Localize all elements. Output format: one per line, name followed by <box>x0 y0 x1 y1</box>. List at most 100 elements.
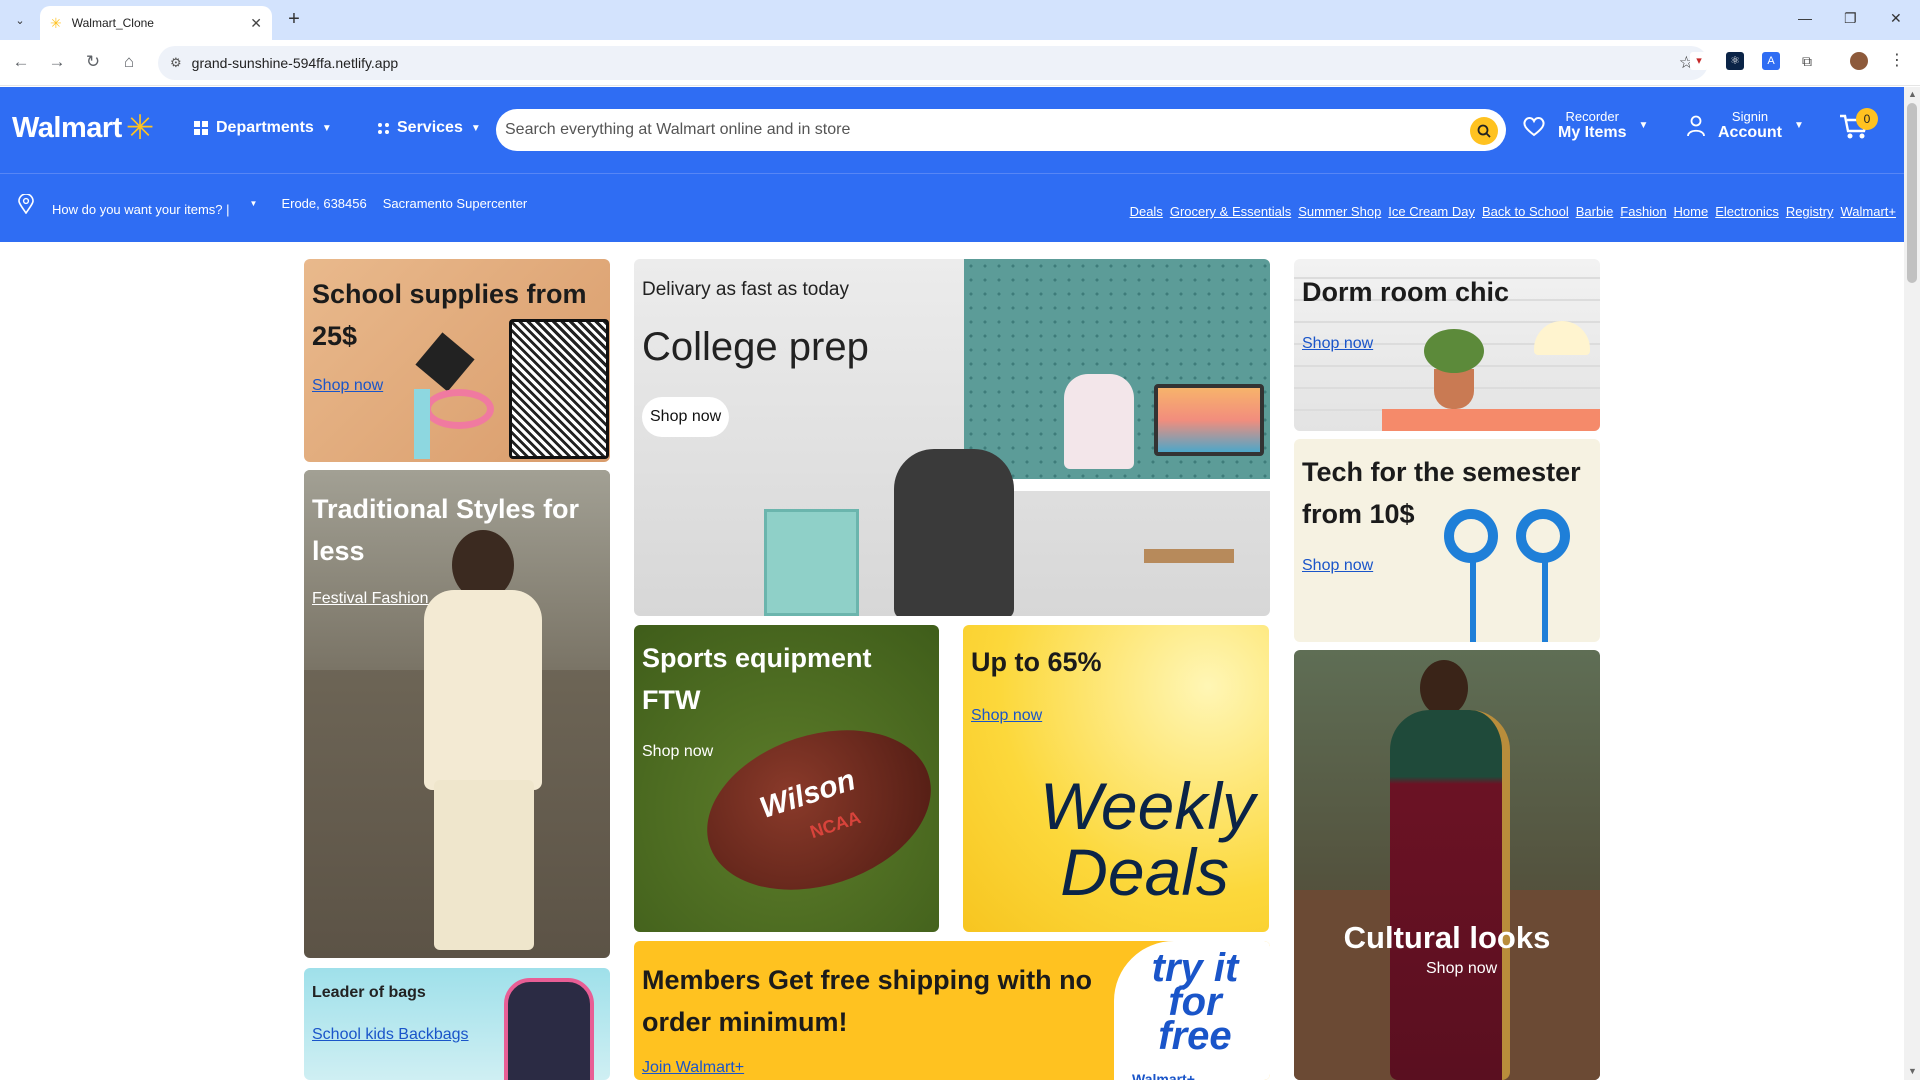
location-subbar: How do you want your items? | ▼ Erode, 6… <box>0 173 1904 242</box>
shop-now-link[interactable]: Shop now <box>1302 335 1373 353</box>
translate-extension-icon[interactable]: A <box>1762 52 1780 70</box>
join-walmart-plus-link[interactable]: Join Walmart+ <box>642 1059 744 1077</box>
search-placeholder: Search everything at Walmart online and … <box>505 121 851 138</box>
backpack-image <box>504 978 594 1080</box>
backpack-image <box>1064 374 1134 469</box>
earbud-cable-image <box>1470 559 1476 642</box>
grid-icon <box>194 121 208 135</box>
forward-icon[interactable]: → <box>46 52 68 72</box>
search-button[interactable] <box>1470 117 1498 145</box>
school-kids-backbags-link[interactable]: School kids Backbags <box>312 1026 469 1044</box>
walmart-logo[interactable]: Walmart ✳ <box>12 111 154 145</box>
address-bar[interactable]: ⚙ grand-sunshine-594ffa.netlify.app ☆ <box>158 46 1708 80</box>
link-back-to-school[interactable]: Back to School <box>1482 204 1569 219</box>
caret-down-icon: ▼ <box>1638 120 1649 131</box>
woman-head-image <box>1420 660 1468 716</box>
traditional-styles-card[interactable]: Traditional Styles for less Festival Fas… <box>304 470 610 958</box>
reload-icon[interactable]: ↻ <box>82 52 104 72</box>
extension-icon[interactable]: ⚛ <box>1726 52 1744 70</box>
back-icon[interactable]: ← <box>10 52 32 72</box>
link-ice-cream-day[interactable]: Ice Cream Day <box>1388 204 1475 219</box>
browser-toolbar: ← → ↻ ⌂ ⚙ grand-sunshine-594ffa.netlify.… <box>0 40 1920 86</box>
card-title: College prep <box>642 325 869 369</box>
spark-icon: ✳ <box>125 109 155 147</box>
dorm-room-chic-card[interactable]: Dorm room chic Shop now <box>1294 259 1600 431</box>
desk-top-image <box>994 479 1270 491</box>
scissors-image <box>424 389 494 429</box>
user-icon <box>1687 115 1705 136</box>
stool-image <box>1144 549 1234 616</box>
ball-ncaa-text: NCAA <box>807 807 864 843</box>
link-home[interactable]: Home <box>1674 204 1709 219</box>
shop-now-link[interactable]: Shop now <box>642 743 713 761</box>
storage-drawers-image <box>764 509 859 616</box>
caret-down-icon: ▼ <box>1794 120 1804 131</box>
link-summer-shop[interactable]: Summer Shop <box>1298 204 1381 219</box>
college-prep-card[interactable]: Delivary as fast as today College prep S… <box>634 259 1270 616</box>
signin-label: Signin <box>1731 109 1769 124</box>
close-tab-icon[interactable]: ✕ <box>250 15 262 32</box>
profile-avatar[interactable] <box>1850 52 1868 70</box>
delivery-location[interactable]: How do you want your items? | ▼ Erode, 6… <box>18 190 527 217</box>
tab-title: Walmart_Clone <box>71 16 154 30</box>
plant-pot-image <box>1434 369 1474 409</box>
home-icon[interactable]: ⌂ <box>118 52 140 72</box>
departments-label: Departments <box>216 119 314 136</box>
scroll-down-icon[interactable]: ▼ <box>1908 1066 1917 1076</box>
shop-now-link[interactable]: Shop now <box>312 377 383 395</box>
menu-kebab-icon[interactable]: ⋮ <box>1888 52 1906 70</box>
link-walmart-plus[interactable]: Walmart+ <box>1841 204 1897 219</box>
laptop-image <box>1154 384 1264 456</box>
link-electronics[interactable]: Electronics <box>1715 204 1779 219</box>
card-title: Tech for the semester from 10$ <box>1302 457 1581 529</box>
weekly-deals-script: Weekly Deals <box>1040 773 1255 905</box>
search-input[interactable]: Search everything at Walmart online and … <box>496 109 1506 151</box>
tab-list-chevron-icon[interactable]: ⌄ <box>8 8 32 32</box>
shop-now-link[interactable]: Shop now <box>1426 960 1497 978</box>
departments-menu[interactable]: Departments ▼ <box>194 119 332 137</box>
extension-icon[interactable]: ▾ <box>1690 52 1708 70</box>
minimize-icon[interactable]: — <box>1798 10 1812 26</box>
link-grocery[interactable]: Grocery & Essentials <box>1170 204 1291 219</box>
cultural-looks-card[interactable]: Cultural looks Shop now <box>1294 650 1600 1080</box>
logo-text: Walmart <box>12 111 122 144</box>
link-barbie[interactable]: Barbie <box>1576 204 1614 219</box>
services-menu[interactable]: Services ▼ <box>378 119 481 137</box>
page-scrollbar[interactable]: ▲ ▼ <box>1904 87 1920 1080</box>
scroll-thumb[interactable] <box>1907 103 1917 283</box>
shelf-image <box>1382 409 1600 431</box>
heart-icon <box>1523 116 1545 136</box>
reorder-small-label: Recorder <box>1565 109 1619 124</box>
site-info-icon[interactable]: ⚙ <box>170 55 182 71</box>
saree-image <box>1390 710 1510 1080</box>
browser-tab[interactable]: ✳ Walmart_Clone ✕ <box>40 6 272 40</box>
card-title: Up to 65% <box>971 647 1102 677</box>
restore-icon[interactable]: ❐ <box>1844 10 1857 27</box>
weekly-deals-card[interactable]: Up to 65% Shop now Weekly Deals <box>963 625 1269 932</box>
shop-now-link[interactable]: Shop now <box>1302 557 1373 575</box>
link-registry[interactable]: Registry <box>1786 204 1834 219</box>
new-tab-icon[interactable]: + <box>282 8 306 32</box>
account-menu[interactable]: Signin Account ▼ <box>1686 109 1804 142</box>
url-text: grand-sunshine-594ffa.netlify.app <box>191 55 399 71</box>
members-free-shipping-card[interactable]: try it for free Walmart+ Members Get fre… <box>634 941 1270 1080</box>
account-label: Account <box>1718 124 1782 141</box>
category-links: Deals Grocery & Essentials Summer Shop I… <box>1130 204 1896 219</box>
scroll-up-icon[interactable]: ▲ <box>1908 89 1917 99</box>
leader-of-bags-card[interactable]: Leader of bags School kids Backbags <box>304 968 610 1080</box>
desk-chair-image <box>894 449 1014 616</box>
services-grid-icon <box>378 122 389 134</box>
tech-semester-card[interactable]: Tech for the semester from 10$ Shop now <box>1294 439 1600 642</box>
school-supplies-card[interactable]: School supplies from 25$ Shop now <box>304 259 610 462</box>
link-fashion[interactable]: Fashion <box>1620 204 1666 219</box>
reorder-my-items[interactable]: Recorder My Items ▼ <box>1522 109 1648 142</box>
extensions-puzzle-icon[interactable]: ⧉ <box>1798 52 1816 70</box>
shop-now-link[interactable]: Shop now <box>971 707 1042 725</box>
close-window-icon[interactable]: ✕ <box>1890 10 1902 27</box>
caret-down-icon: ▼ <box>249 199 258 208</box>
festival-fashion-link[interactable]: Festival Fashion <box>312 590 429 608</box>
link-deals[interactable]: Deals <box>1130 204 1163 219</box>
card-title: Dorm room chic <box>1302 277 1510 307</box>
shop-now-button[interactable]: Shop now <box>642 397 730 437</box>
sports-equipment-card[interactable]: Wilson NCAA Sports equipment FTW Shop no… <box>634 625 939 932</box>
